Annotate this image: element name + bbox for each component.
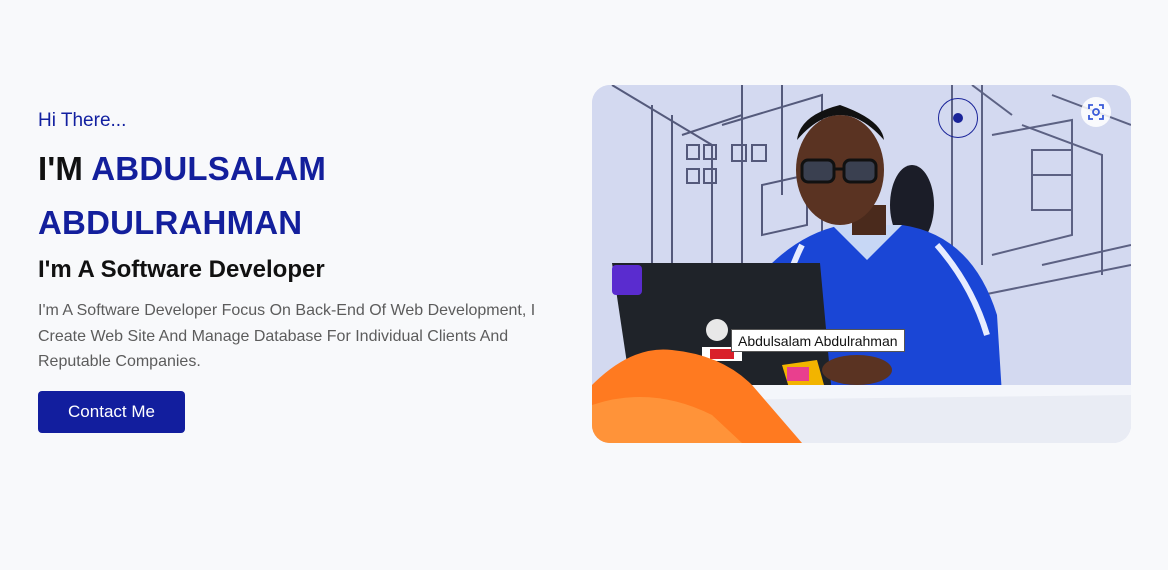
profile-photo	[592, 85, 1131, 443]
hero-text: Hi There... I'M ABDULSALAM ABDULRAHMAN I…	[38, 108, 558, 433]
visual-search-button[interactable]	[1081, 97, 1111, 127]
role-title: I'm A Software Developer	[38, 256, 325, 283]
cursor-dot	[953, 113, 963, 123]
visual-search-icon	[1088, 104, 1104, 120]
headline-prefix: I'M	[38, 150, 84, 187]
profile-photo-illustration	[592, 85, 1131, 443]
greeting-text: Hi There...	[38, 110, 127, 131]
photo-tooltip: Abdulsalam Abdulrahman	[731, 329, 905, 352]
hero-headline: I'M ABDULSALAM ABDULRAHMAN	[38, 142, 558, 250]
bio-text: I'm A Software Developer Focus On Back-E…	[38, 302, 536, 370]
contact-me-button[interactable]: Contact Me	[38, 390, 185, 433]
